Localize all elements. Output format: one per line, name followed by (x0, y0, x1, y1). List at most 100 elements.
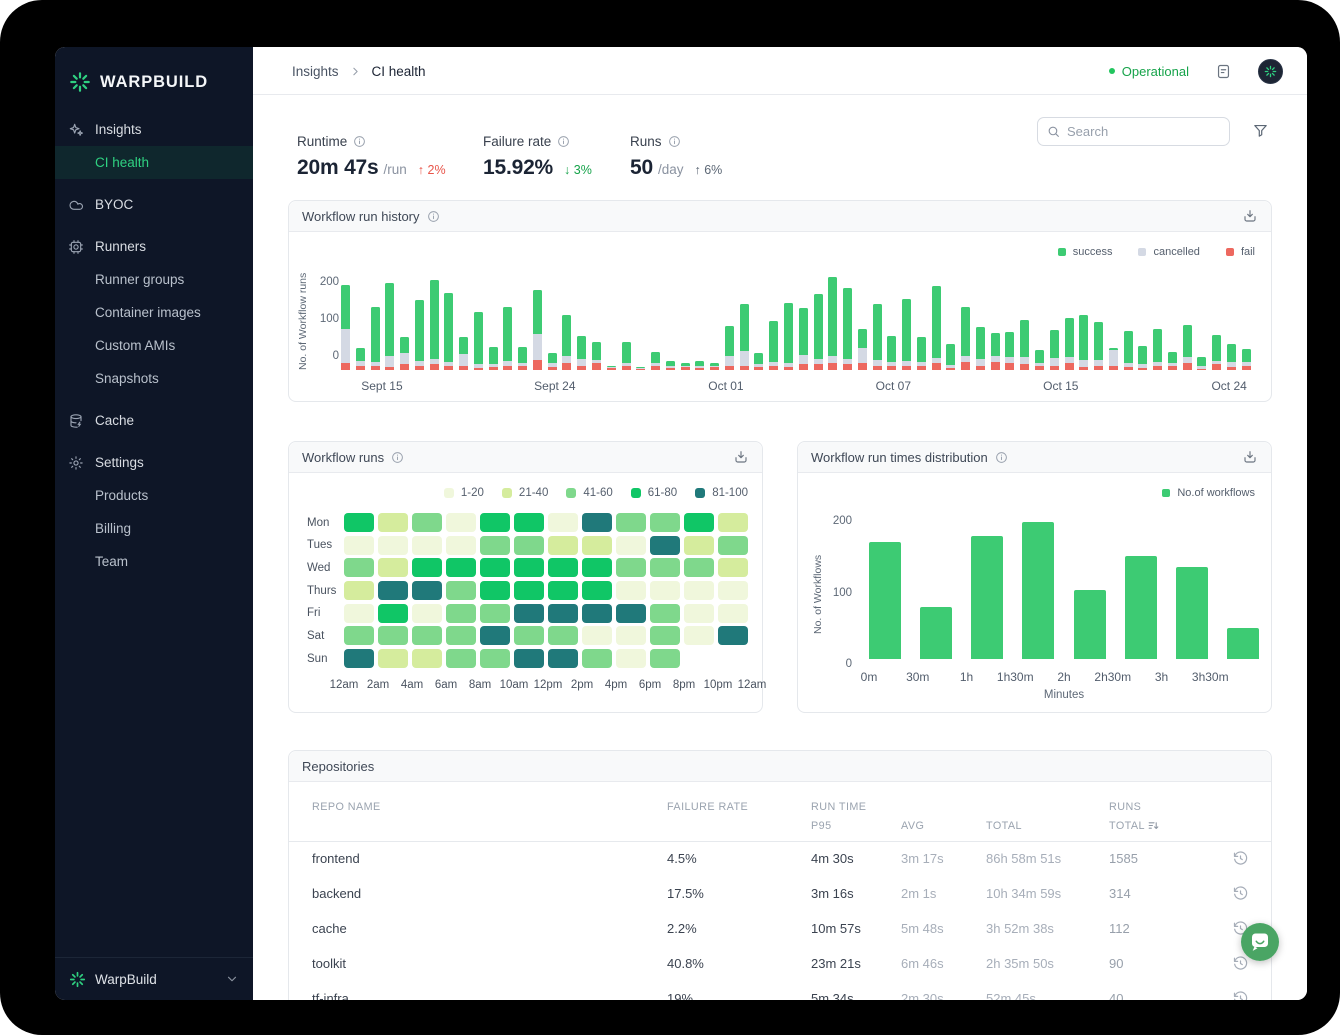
heatmap-cell (412, 558, 442, 577)
heatmap-cell (446, 649, 476, 668)
bar-segment-fail (1138, 368, 1147, 370)
history-bar (533, 290, 542, 370)
heatmap-cell (582, 649, 612, 668)
bar-segment-fail (681, 367, 690, 370)
x-tick: Oct 15 (1043, 379, 1078, 393)
bar-segment-fail (533, 360, 542, 370)
search-input[interactable] (1067, 124, 1220, 139)
bar-segment-fail (415, 366, 424, 370)
heatmap-cell (412, 626, 442, 645)
history-bar (474, 312, 483, 370)
info-icon[interactable] (668, 135, 681, 148)
filter-icon[interactable] (1252, 122, 1269, 139)
sidebar-item-insights[interactable]: Insights (55, 113, 253, 146)
heatmap-cell (378, 558, 408, 577)
table-row[interactable]: backend17.5%3m 16s2m 1s10h 34m 59s314 (289, 876, 1271, 911)
bar-segment-fail (459, 366, 468, 370)
legend-swatch (502, 488, 512, 498)
sidebar-item-snapshots[interactable]: Snapshots (55, 362, 253, 395)
heatmap-cell (616, 513, 646, 532)
sidebar-item-settings[interactable]: Settings (55, 446, 253, 479)
sidebar-item-custom-amis[interactable]: Custom AMIs (55, 329, 253, 362)
sidebar-item-label: Cache (95, 413, 134, 428)
history-bar (902, 299, 911, 370)
history-bar (548, 353, 557, 370)
stat-value: 20m 47s (297, 156, 379, 180)
info-icon[interactable] (995, 451, 1008, 464)
sidebar-item-products[interactable]: Products (55, 479, 253, 512)
x-tick: 30m (906, 670, 929, 684)
history-icon[interactable] (1232, 990, 1249, 1000)
cell-name: frontend (312, 841, 360, 876)
history-bar (754, 353, 763, 370)
history-bar (1065, 318, 1074, 370)
stat-delta: ↑ 2% (418, 163, 446, 177)
history-icon[interactable] (1232, 885, 1249, 902)
chat-widget-button[interactable] (1241, 923, 1279, 961)
warpbuild-logo-icon (69, 971, 86, 988)
heatmap-cell (344, 558, 374, 577)
info-icon[interactable] (427, 210, 440, 223)
table-row[interactable]: tf-infra19%5m 34s2m 30s52m 45s40 (289, 981, 1271, 1000)
bar-segment-success (1212, 335, 1221, 361)
history-icon[interactable] (1232, 850, 1249, 867)
history-bar (341, 285, 350, 370)
x-tick: Oct 07 (876, 379, 911, 393)
table-row[interactable]: cache2.2%10m 57s5m 48s3h 52m 38s112 (289, 911, 1271, 946)
sidebar-item-cache[interactable]: Cache (55, 404, 253, 437)
heatmap-cell (684, 536, 714, 555)
sidebar-item-container-images[interactable]: Container images (55, 296, 253, 329)
bar-segment-success (489, 347, 498, 364)
breadcrumb-insights[interactable]: Insights (292, 64, 339, 79)
cell-runs: 314 (1109, 876, 1131, 911)
workspace-switcher[interactable]: WarpBuild (55, 957, 253, 1000)
heatmap-cell (616, 536, 646, 555)
history-bar (814, 294, 823, 370)
sidebar-item-billing[interactable]: Billing (55, 512, 253, 545)
export-icon[interactable] (1242, 208, 1258, 224)
sort-descending-icon[interactable] (1147, 819, 1160, 832)
info-icon[interactable] (557, 135, 570, 148)
heatmap-cell (718, 513, 748, 532)
cell-name: toolkit (312, 946, 346, 981)
sidebar-item-byoc[interactable]: BYOC (55, 188, 253, 221)
cell-total: 10h 34m 59s (986, 876, 1061, 911)
heatmap-row-label: Mon (307, 517, 344, 529)
bar-segment-cancelled (725, 356, 734, 365)
bar-segment-fail (356, 366, 365, 370)
bar-segment-fail (666, 368, 675, 370)
x-axis-title: Minutes (869, 689, 1259, 701)
heatmap-cells (344, 626, 748, 645)
heatmap-row-wed: Wed (307, 558, 748, 577)
bar-segment-success (1242, 349, 1251, 362)
heatmap-cell (446, 536, 476, 555)
legend-item-1-20: 1-20 (444, 487, 484, 499)
table-row[interactable]: frontend4.5%4m 30s3m 17s86h 58m 51s1585 (289, 841, 1271, 876)
heatmap-cell (548, 626, 578, 645)
info-icon[interactable] (353, 135, 366, 148)
warpbuild-logo-icon (1264, 65, 1277, 78)
bar-segment-cancelled (1050, 358, 1059, 365)
x-tick: 3h (1155, 670, 1168, 684)
warpbuild-logo-icon (69, 71, 91, 93)
sidebar-item-runners[interactable]: Runners (55, 230, 253, 263)
sidebar-item-ci-health[interactable]: CI health (55, 146, 253, 179)
export-icon[interactable] (733, 449, 749, 465)
avatar[interactable] (1258, 59, 1283, 84)
x-tick: 1h30m (997, 670, 1034, 684)
sidebar-item-team[interactable]: Team (55, 545, 253, 578)
heatmap-cell (616, 626, 646, 645)
sidebar-item-label: Snapshots (95, 371, 159, 386)
bar-segment-cancelled (577, 359, 586, 366)
docs-icon[interactable] (1215, 63, 1232, 80)
history-bar (858, 329, 867, 370)
table-row[interactable]: toolkit40.8%23m 21s6m 46s2h 35m 50s90 (289, 946, 1271, 981)
heatmap-cell (344, 513, 374, 532)
sidebar-item-runner-groups[interactable]: Runner groups (55, 263, 253, 296)
export-icon[interactable] (1242, 449, 1258, 465)
heatmap-cell (412, 536, 442, 555)
workflow-run-history-card: Workflow run history successcancelledfai… (288, 200, 1272, 402)
info-icon[interactable] (391, 451, 404, 464)
legend-label: No.of workflows (1177, 487, 1255, 499)
bar-segment-success (651, 352, 660, 364)
